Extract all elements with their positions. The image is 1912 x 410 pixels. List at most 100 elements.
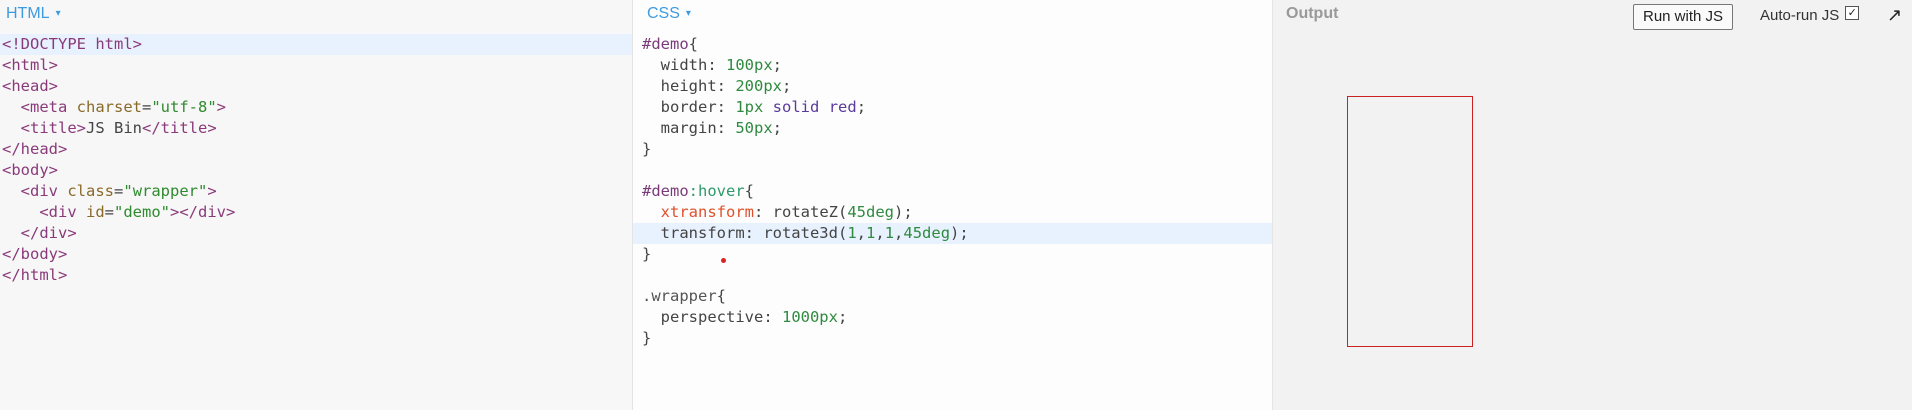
code-token: 1	[847, 224, 857, 242]
code-token: border:	[642, 98, 736, 116]
mouse-cursor-dot	[721, 258, 726, 263]
code-token: </div>	[20, 224, 77, 242]
output-panel: Output Run with JS Auto-run JS ✓ ↗	[1272, 0, 1912, 410]
autorun-toggle[interactable]: Auto-run JS ✓	[1760, 5, 1860, 24]
code-token: {	[744, 182, 755, 200]
code-token: }	[642, 245, 652, 263]
code-token: );	[950, 224, 969, 242]
code-token: 1	[866, 224, 876, 242]
code-line[interactable]: transform: rotate3d(1,1,1,45deg);	[633, 223, 1272, 244]
code-token: :hover	[688, 182, 745, 200]
code-line[interactable]: .wrapper{	[633, 286, 1272, 307]
code-token: xtransform	[660, 203, 754, 221]
code-line[interactable]: margin: 50px;	[633, 118, 1272, 139]
code-token: ,	[875, 224, 885, 242]
css-editor-panel: CSS ▾ #demo{ width: 100px; height: 200px;…	[632, 0, 1272, 410]
code-token: #demo	[642, 182, 689, 200]
code-token: : rotateZ(	[754, 203, 848, 221]
code-token: </title>	[142, 119, 217, 137]
code-token: ;	[782, 77, 792, 95]
code-line[interactable]: <!DOCTYPE html>	[0, 34, 632, 55]
code-token: 1	[884, 224, 895, 242]
code-token: transform: rotate3d(	[642, 224, 848, 242]
code-line[interactable]: }	[633, 328, 1272, 349]
code-token: 50px	[735, 119, 773, 137]
code-line[interactable]: width: 100px;	[633, 55, 1272, 76]
code-token: JS Bin	[86, 119, 142, 137]
code-token: "utf-8"	[151, 98, 217, 116]
code-token: ></div>	[170, 203, 236, 221]
code-token: "wrapper"	[123, 182, 208, 200]
chevron-down-icon: ▾	[55, 8, 61, 19]
code-token: </body>	[2, 245, 68, 263]
code-token: ;	[856, 98, 867, 116]
code-token: ;	[837, 308, 848, 326]
code-line[interactable]: border: 1px solid red;	[633, 97, 1272, 118]
code-token: 1000px	[781, 308, 838, 326]
code-line[interactable]: <meta charset="utf-8">	[0, 97, 632, 118]
code-line[interactable]: perspective: 1000px;	[633, 307, 1272, 328]
code-line[interactable]: <head>	[0, 76, 632, 97]
code-token: =	[142, 98, 152, 116]
output-panel-label: Output	[1286, 5, 1339, 22]
code-token: ;	[772, 56, 783, 74]
code-token: ,	[894, 224, 904, 242]
code-token: width:	[642, 56, 726, 74]
code-line[interactable]: #demo{	[633, 34, 1272, 55]
html-code-editor[interactable]: <!DOCTYPE html> <html> <head> <meta charse…	[0, 34, 632, 286]
html-panel-tab[interactable]: HTML ▾	[6, 5, 61, 23]
code-token: =	[104, 203, 115, 221]
code-line[interactable]: <title>JS Bin</title>	[0, 118, 632, 139]
autorun-label: Auto-run JS	[1760, 7, 1840, 24]
code-token: margin:	[642, 119, 736, 137]
code-line[interactable]: <div id="demo"></div>	[0, 202, 632, 223]
code-token: {	[688, 35, 699, 53]
code-line[interactable]: <html>	[0, 55, 632, 76]
code-token: 45deg	[847, 203, 894, 221]
code-line[interactable]: </body>	[0, 244, 632, 265]
html-editor-panel: HTML ▾ <!DOCTYPE html> <html> <head> <meta …	[0, 0, 632, 410]
css-panel-tab[interactable]: CSS ▾	[647, 5, 691, 23]
code-token: );	[894, 203, 913, 221]
code-line[interactable]: }	[633, 139, 1272, 160]
code-token: </html>	[2, 266, 68, 284]
code-line[interactable]	[633, 265, 1272, 286]
expand-icon[interactable]: ↗	[1887, 5, 1902, 26]
code-line[interactable]: xtransform: rotateZ(45deg);	[633, 202, 1272, 223]
code-token: <title>	[20, 119, 86, 137]
code-line[interactable]: height: 200px;	[633, 76, 1272, 97]
run-with-js-button[interactable]: Run with JS	[1633, 4, 1734, 30]
code-token: <body>	[2, 161, 58, 179]
code-token: charset	[76, 98, 142, 116]
code-token: <!DOCTYPE html>	[2, 35, 142, 53]
code-line[interactable]: </head>	[0, 139, 632, 160]
demo-output-box[interactable]	[1347, 96, 1473, 347]
code-line[interactable]: <body>	[0, 160, 632, 181]
code-line[interactable]: </html>	[0, 265, 632, 286]
code-token: </head>	[2, 140, 68, 158]
css-code-editor[interactable]: #demo{ width: 100px; height: 200px; bord…	[633, 34, 1272, 349]
autorun-checkbox[interactable]: ✓	[1845, 5, 1860, 20]
code-token: >	[216, 98, 227, 116]
code-token: ;	[772, 119, 782, 137]
code-line[interactable]	[633, 160, 1272, 181]
code-line[interactable]: <div class="wrapper">	[0, 181, 632, 202]
code-line[interactable]: </div>	[0, 223, 632, 244]
code-token: }	[642, 329, 652, 347]
code-token: red	[828, 98, 857, 116]
code-token: 200px	[735, 77, 782, 95]
code-token: }	[642, 140, 652, 158]
code-token: "demo"	[114, 203, 171, 221]
code-line[interactable]: }	[633, 244, 1272, 265]
code-line[interactable]: #demo:hover{	[633, 181, 1272, 202]
code-token: <html>	[2, 56, 58, 74]
code-token: {	[716, 287, 726, 305]
code-token: class	[67, 182, 115, 200]
